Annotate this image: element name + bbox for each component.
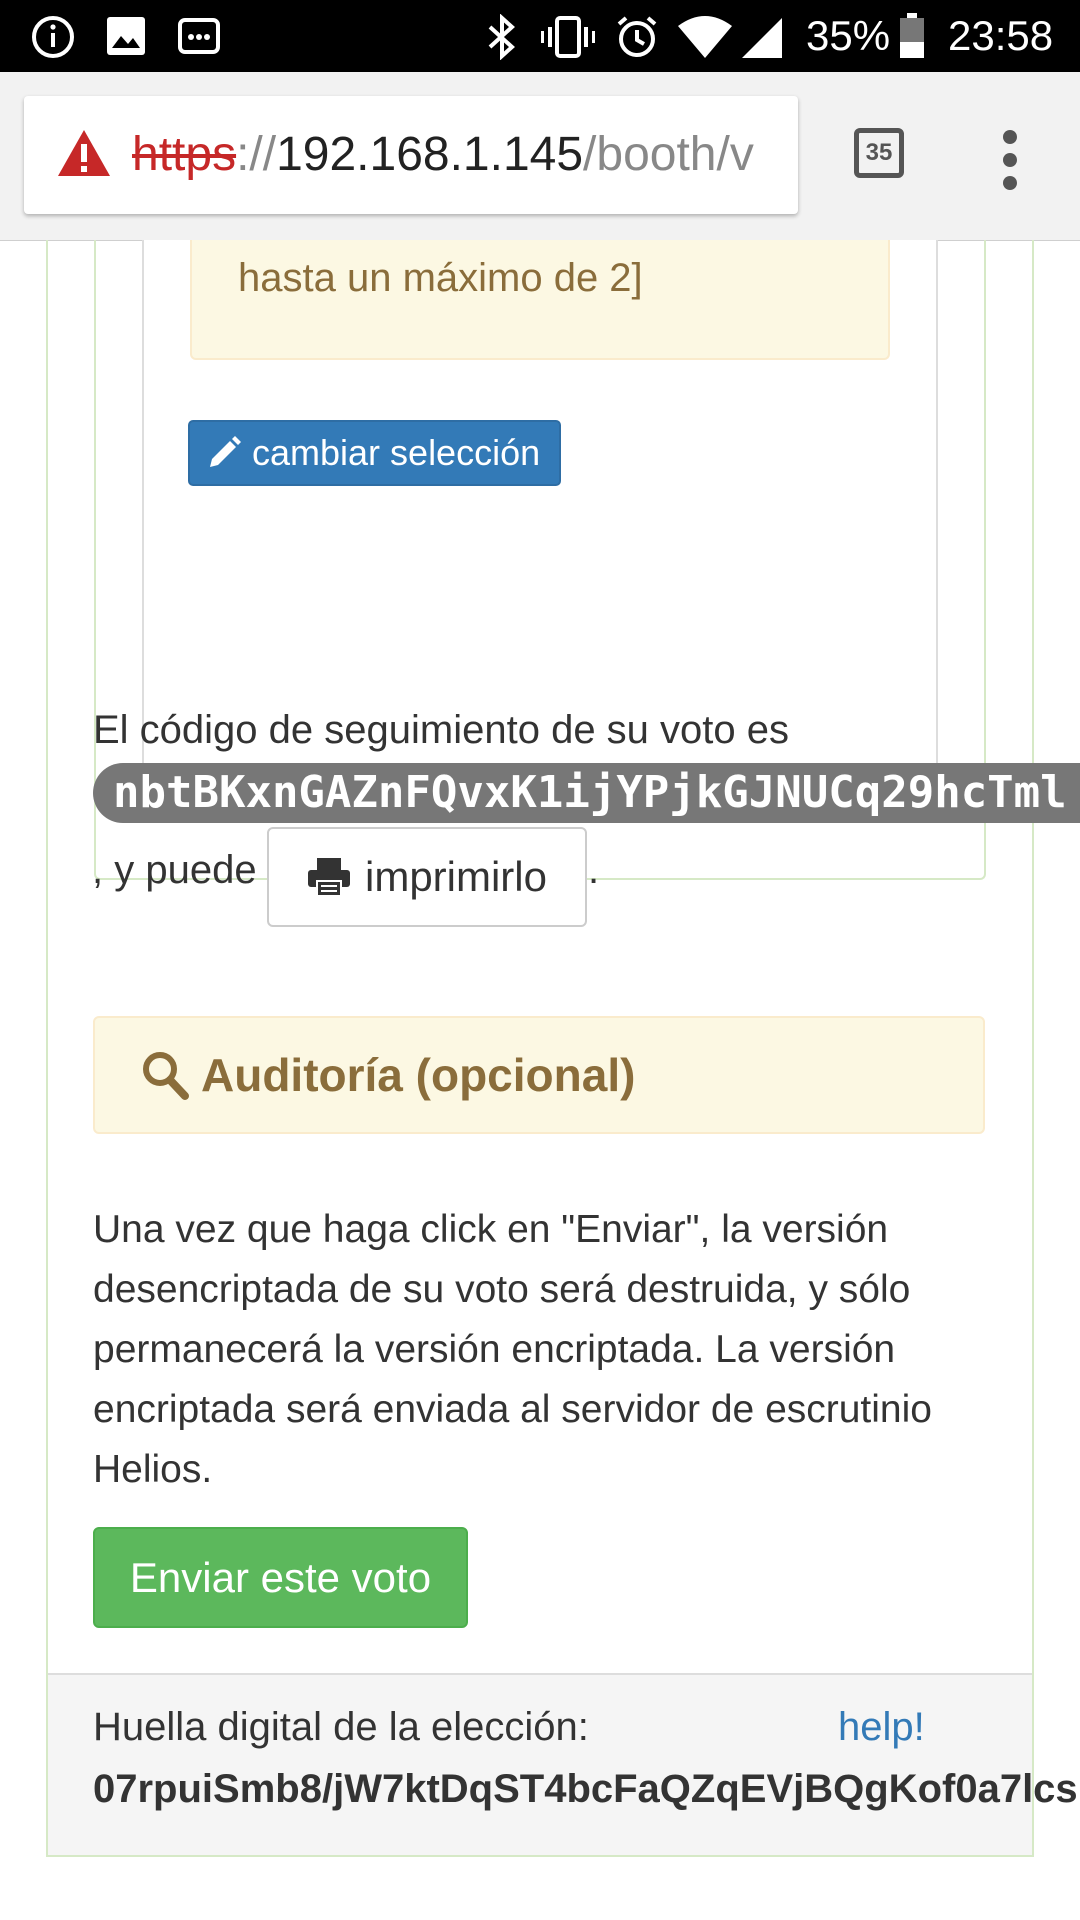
tab-count: 35 bbox=[865, 139, 893, 166]
warning-icon[interactable] bbox=[56, 128, 112, 178]
alarm-icon bbox=[617, 16, 657, 57]
vibrate-icon bbox=[541, 16, 595, 58]
election-fingerprint-footer: Huella digital de la elección: help! 07r… bbox=[48, 1673, 1078, 1855]
page-content: hasta un máximo de 2] cambiar selección … bbox=[0, 240, 1080, 1920]
address-bar[interactable]: https://192.168.1.145/booth/v bbox=[24, 96, 798, 214]
print-icon bbox=[308, 858, 350, 897]
change-selection-button[interactable]: cambiar selección bbox=[188, 420, 561, 486]
tracker-period: . bbox=[588, 848, 600, 892]
url-text[interactable]: https://192.168.1.145/booth/v bbox=[132, 126, 754, 184]
print-label: imprimirlo bbox=[365, 853, 547, 900]
change-selection-label: cambiar selección bbox=[252, 432, 541, 473]
overflow-menu-icon[interactable] bbox=[998, 130, 1022, 190]
tracker-and-can-text: , y puede bbox=[92, 848, 257, 892]
bluetooth-icon bbox=[488, 14, 515, 60]
tracker-intro-text: El código de seguimiento de su voto es bbox=[93, 708, 789, 752]
audit-title: Auditoría (opcional) bbox=[201, 1049, 636, 1101]
tracker-code-badge: nbtBKxnGAZnFQvxK1ijYPjkGJNUCq29hcTml bbox=[93, 763, 1080, 823]
submit-vote-button[interactable]: Enviar este voto bbox=[93, 1527, 468, 1628]
info-icon bbox=[32, 16, 74, 58]
audit-toggle[interactable]: Auditoría (opcional) bbox=[93, 1016, 985, 1134]
print-button[interactable]: imprimirlo bbox=[267, 827, 587, 927]
url-path: /booth/v bbox=[583, 128, 754, 181]
battery-icon bbox=[900, 13, 924, 58]
choice-warning-text: hasta un máximo de 2] bbox=[238, 256, 643, 300]
messaging-icon bbox=[178, 18, 220, 54]
tab-switcher-button[interactable]: 35 bbox=[854, 128, 904, 178]
fingerprint-value: 07rpuiSmb8/jW7ktDqST4bcFaQZqEVjBQgKof0a7… bbox=[93, 1767, 1078, 1811]
wifi-icon bbox=[678, 16, 732, 58]
status-bar: 35% 23:58 bbox=[0, 0, 1080, 72]
cell-signal-icon bbox=[742, 18, 782, 58]
submit-explanation-text: Una vez que haga click en "Enviar", la v… bbox=[93, 1208, 932, 1491]
pencil-icon bbox=[210, 436, 241, 467]
choice-warning-box: hasta un máximo de 2] bbox=[190, 240, 890, 360]
help-link[interactable]: help! bbox=[838, 1705, 925, 1750]
image-icon bbox=[107, 17, 145, 55]
clock: 23:58 bbox=[948, 12, 1054, 59]
battery-percent: 35% bbox=[806, 12, 891, 59]
submit-vote-label: Enviar este voto bbox=[129, 1553, 432, 1601]
browser-toolbar: https://192.168.1.145/booth/v 35 bbox=[0, 72, 1080, 241]
url-host: 192.168.1.145 bbox=[276, 128, 584, 181]
search-icon bbox=[143, 1052, 189, 1100]
url-scheme: https bbox=[132, 128, 237, 181]
fingerprint-label: Huella digital de la elección: bbox=[93, 1705, 589, 1749]
url-separator: :// bbox=[236, 128, 277, 181]
